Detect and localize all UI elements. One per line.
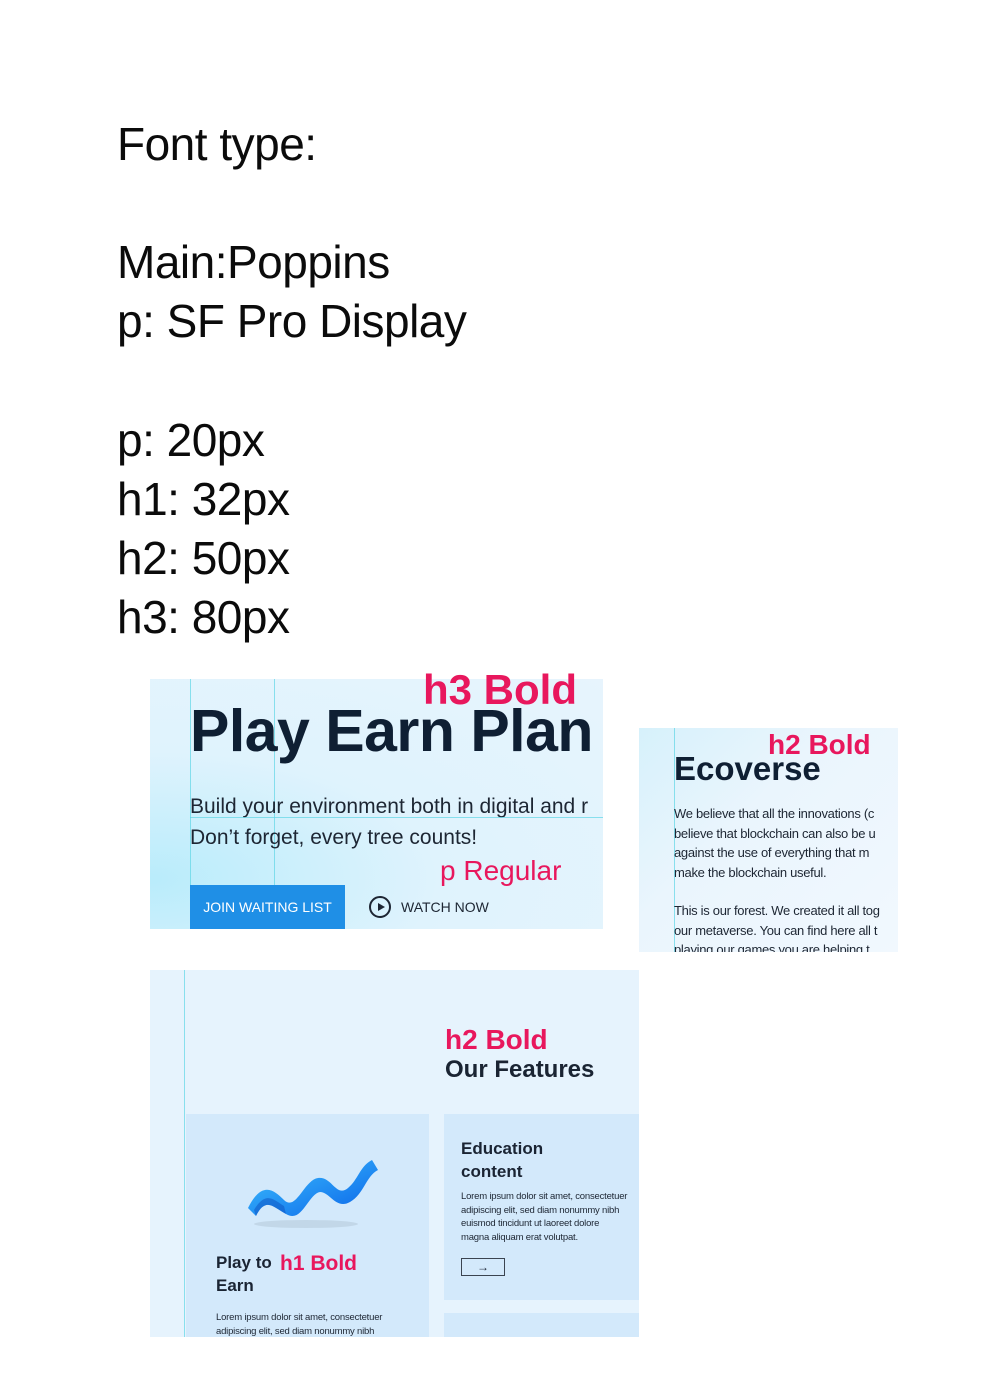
card-title-line: content — [461, 1162, 523, 1181]
card-body-line: adipiscing elit, sed diam nonummy nibh — [216, 1325, 375, 1337]
card-body: Lorem ipsum dolor sit amet, consectetuer… — [461, 1190, 627, 1244]
spec-heading: Font type: — [117, 118, 317, 170]
ecoverse-sample: Ecoverse We believe that all the innovat… — [639, 728, 898, 952]
h2-bold-tag: h2 Bold — [445, 1024, 548, 1055]
paragraph-line: We believe that all the innovations (c — [674, 806, 875, 821]
hero-text-line-1: Build your environment both in digital a… — [190, 795, 589, 818]
guide-line — [190, 817, 603, 818]
card-title-line-1: Play to — [216, 1253, 272, 1272]
card-arrow-button[interactable]: → — [461, 1258, 505, 1276]
paragraph-line: make the blockchain useful. — [674, 864, 827, 880]
join-waiting-list-button[interactable]: JOIN WAITING LIST — [190, 885, 345, 929]
feature-card-play-to-earn: Play to Earn Lorem ipsum dolor sit amet,… — [186, 1114, 429, 1337]
card-title: Education content — [461, 1137, 543, 1183]
spec-main-font: Main:Poppins — [117, 236, 390, 288]
paragraph-line: This is our forest. We created it all to… — [674, 903, 880, 918]
card-title-line: Education — [461, 1139, 544, 1158]
spec-h1-size: h1: 32px — [117, 473, 290, 525]
paragraph-line: playing our games you are helping t — [674, 942, 870, 952]
card-body-line: magna aliquam erat volutpat. — [461, 1231, 578, 1243]
feature-card-education: Education content Lorem ipsum dolor sit … — [444, 1114, 639, 1300]
card-body-line: euismod tincidunt ut laoreet dolore — [461, 1218, 600, 1229]
paragraph-line: believe that blockchain can also be u — [674, 825, 876, 841]
card-body-line: adipiscing elit, sed diam nonummy nibh — [461, 1204, 620, 1216]
hero-sample: Play Earn Plan Build your environment bo… — [150, 679, 603, 929]
card-body-line: Lorem ipsum dolor sit amet, consectetuer — [461, 1191, 628, 1202]
card-title-line-2: Earn — [216, 1276, 254, 1295]
spec-h3-size: h3: 80px — [117, 591, 290, 643]
ecoverse-paragraph-1: We believe that all the innovations (c b… — [674, 804, 898, 882]
feature-card-partial — [444, 1313, 639, 1337]
h3-bold-tag: h3 Bold — [423, 666, 577, 713]
h2-bold-tag: h2 Bold — [768, 729, 871, 760]
watch-now-label: WATCH NOW — [401, 899, 489, 915]
paragraph-line: our metaverse. You can find here all t — [674, 922, 878, 938]
spec-p-font: p: SF Pro Display — [117, 295, 467, 347]
features-title: Our Features — [445, 1056, 595, 1083]
guide-line — [184, 970, 185, 1337]
ecoverse-paragraph-2: This is our forest. We created it all to… — [674, 901, 898, 952]
spec-p-size: p: 20px — [117, 414, 265, 466]
wave-3d-icon — [248, 1160, 378, 1228]
spec-h2-size: h2: 50px — [117, 532, 290, 584]
watch-now-button[interactable]: WATCH NOW — [369, 896, 489, 918]
card-body-line: Lorem ipsum dolor sit amet, consectetuer — [216, 1312, 383, 1323]
paragraph-line: against the use of everything that m — [674, 845, 870, 860]
play-icon — [369, 896, 391, 918]
hero-text-line-2: Don’t forget, every tree counts! — [190, 826, 478, 849]
card-body: Lorem ipsum dolor sit amet, consectetuer… — [216, 1311, 382, 1337]
p-regular-tag: p Regular — [440, 855, 562, 886]
h1-bold-tag: h1 Bold — [280, 1252, 357, 1275]
features-sample: Our Features Play to Earn Lorem ipsum do… — [150, 970, 639, 1337]
